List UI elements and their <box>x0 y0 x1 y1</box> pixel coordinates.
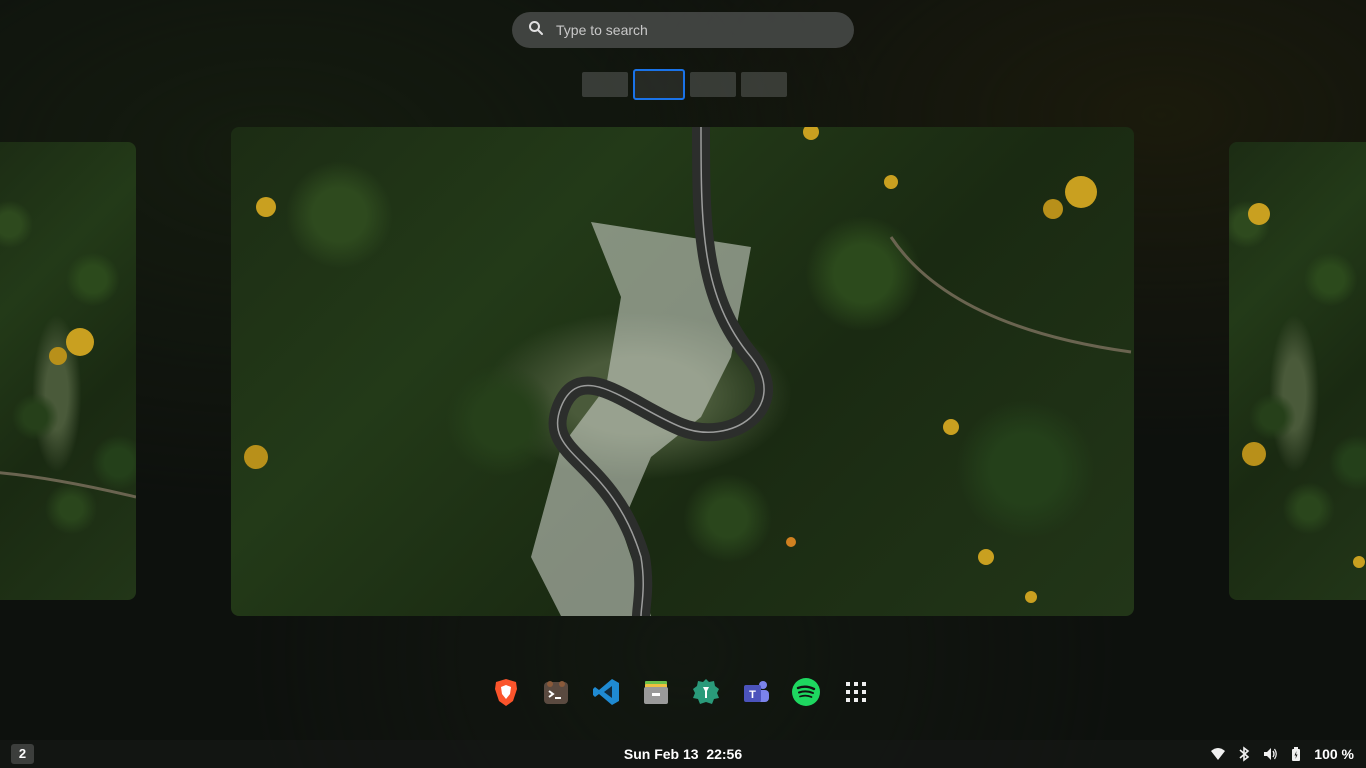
workspace-thumbnail-1[interactable] <box>582 72 628 97</box>
battery-icon <box>1292 747 1301 761</box>
wifi-icon <box>1211 748 1226 760</box>
left-window-preview[interactable] <box>0 142 136 600</box>
workspace-thumbnails <box>582 69 787 100</box>
terminal-icon <box>544 681 568 704</box>
terminal-launcher[interactable] <box>540 676 572 708</box>
spotify-launcher[interactable] <box>790 676 822 708</box>
search-input[interactable] <box>556 22 836 38</box>
teams-icon: T <box>744 681 769 702</box>
tweaks-icon <box>693 679 719 704</box>
files-launcher[interactable] <box>640 676 672 708</box>
brave-icon <box>495 679 517 706</box>
dash-dock: T <box>490 676 872 708</box>
center-window-preview[interactable] <box>231 127 1134 616</box>
search-icon <box>528 20 544 41</box>
show-applications-button[interactable] <box>840 676 872 708</box>
workspace-thumbnail-4[interactable] <box>741 72 787 97</box>
workspace-thumbnail-2[interactable] <box>633 69 685 100</box>
teams-launcher[interactable]: T <box>740 676 772 708</box>
volume-icon <box>1264 748 1278 760</box>
spotify-icon <box>792 678 820 706</box>
workspace-thumbnail-3[interactable] <box>690 72 736 97</box>
search-bar[interactable] <box>512 12 854 48</box>
workspace-indicator[interactable]: 2 <box>11 744 34 764</box>
app-grid-icon <box>846 682 866 702</box>
right-window-preview[interactable] <box>1229 142 1366 600</box>
system-panel: 2 Sun Feb 13 22:56 100 % <box>0 740 1366 768</box>
clock[interactable]: Sun Feb 13 22:56 <box>624 746 742 762</box>
bluetooth-icon <box>1239 746 1250 762</box>
vscode-icon <box>593 679 619 705</box>
svg-text:T: T <box>749 689 756 701</box>
system-tray[interactable]: 100 % <box>1210 740 1354 768</box>
files-icon <box>644 681 668 704</box>
tweaks-launcher[interactable] <box>690 676 722 708</box>
vscode-launcher[interactable] <box>590 676 622 708</box>
brave-browser-launcher[interactable] <box>490 676 522 708</box>
battery-percentage: 100 % <box>1314 746 1354 762</box>
